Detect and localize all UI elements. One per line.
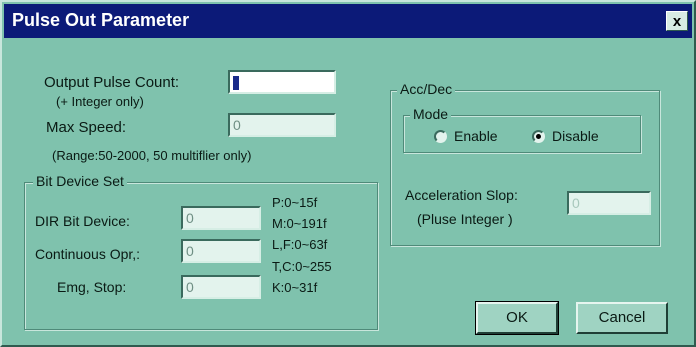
bit-device-set-group: Bit Device Set DIR Bit Device: 0 Continu… [24, 173, 378, 330]
cancel-button[interactable]: Cancel [576, 302, 668, 334]
output-pulse-count-label: Output Pulse Count: [44, 74, 180, 91]
range-p: P:0~15f [272, 195, 318, 210]
dir-bit-device-input[interactable]: 0 [181, 206, 261, 230]
continuous-opr-input[interactable]: 0 [181, 239, 261, 263]
close-icon: x [672, 13, 682, 30]
acceleration-slop-label: Acceleration Slop: [405, 187, 518, 203]
acceleration-slop-value: 0 [572, 195, 580, 211]
disable-radio-option[interactable]: Disable [532, 128, 622, 146]
emg-stop-input[interactable]: 0 [181, 275, 261, 299]
disable-radio[interactable] [532, 130, 545, 143]
range-k: K:0~31f [272, 280, 318, 295]
range-tc: T,C:0~255 [272, 259, 332, 274]
acc-dec-group: Acc/Dec Mode Enable Disable Acceleration… [390, 81, 660, 246]
range-m: M:0~191f [272, 216, 327, 231]
text-cursor [233, 76, 239, 91]
acceleration-slop-hint: (Pluse Integer ) [417, 211, 513, 227]
mode-group: Mode Enable Disable [403, 106, 641, 153]
pulse-out-parameter-dialog: Pulse Out Parameter x Output Pulse Count… [0, 0, 696, 347]
emg-stop-label: Emg, Stop: [57, 279, 127, 295]
radio-selected-dot [536, 134, 541, 139]
enable-radio[interactable] [434, 130, 447, 143]
close-button[interactable]: x [666, 11, 688, 31]
max-speed-label: Max Speed: [46, 119, 127, 136]
continuous-opr-label: Continuous Opr,: [35, 246, 141, 262]
dialog-title: Pulse Out Parameter [12, 10, 190, 30]
max-speed-input[interactable]: 0 [228, 113, 336, 137]
title-bar[interactable]: Pulse Out Parameter x [4, 4, 692, 38]
acc-dec-legend: Acc/Dec [397, 81, 456, 97]
bit-device-set-legend: Bit Device Set [33, 173, 127, 189]
enable-radio-option[interactable]: Enable [434, 128, 514, 146]
dir-bit-device-label: DIR Bit Device: [35, 213, 130, 229]
range-lf: L,F:0~63f [272, 237, 328, 252]
output-pulse-count-hint: (+ Integer only) [56, 94, 144, 109]
dir-bit-device-value: 0 [186, 210, 194, 226]
acceleration-slop-input[interactable]: 0 [567, 191, 651, 215]
emg-stop-value: 0 [186, 279, 194, 295]
mode-legend: Mode [410, 106, 452, 122]
continuous-opr-value: 0 [186, 243, 194, 259]
enable-label: Enable [454, 128, 498, 144]
disable-label: Disable [552, 128, 599, 144]
range-note: (Range:50-2000, 50 multiflier only) [52, 148, 252, 163]
max-speed-value: 0 [233, 117, 241, 133]
ok-button[interactable]: OK [475, 301, 559, 335]
output-pulse-count-input[interactable] [228, 70, 336, 94]
